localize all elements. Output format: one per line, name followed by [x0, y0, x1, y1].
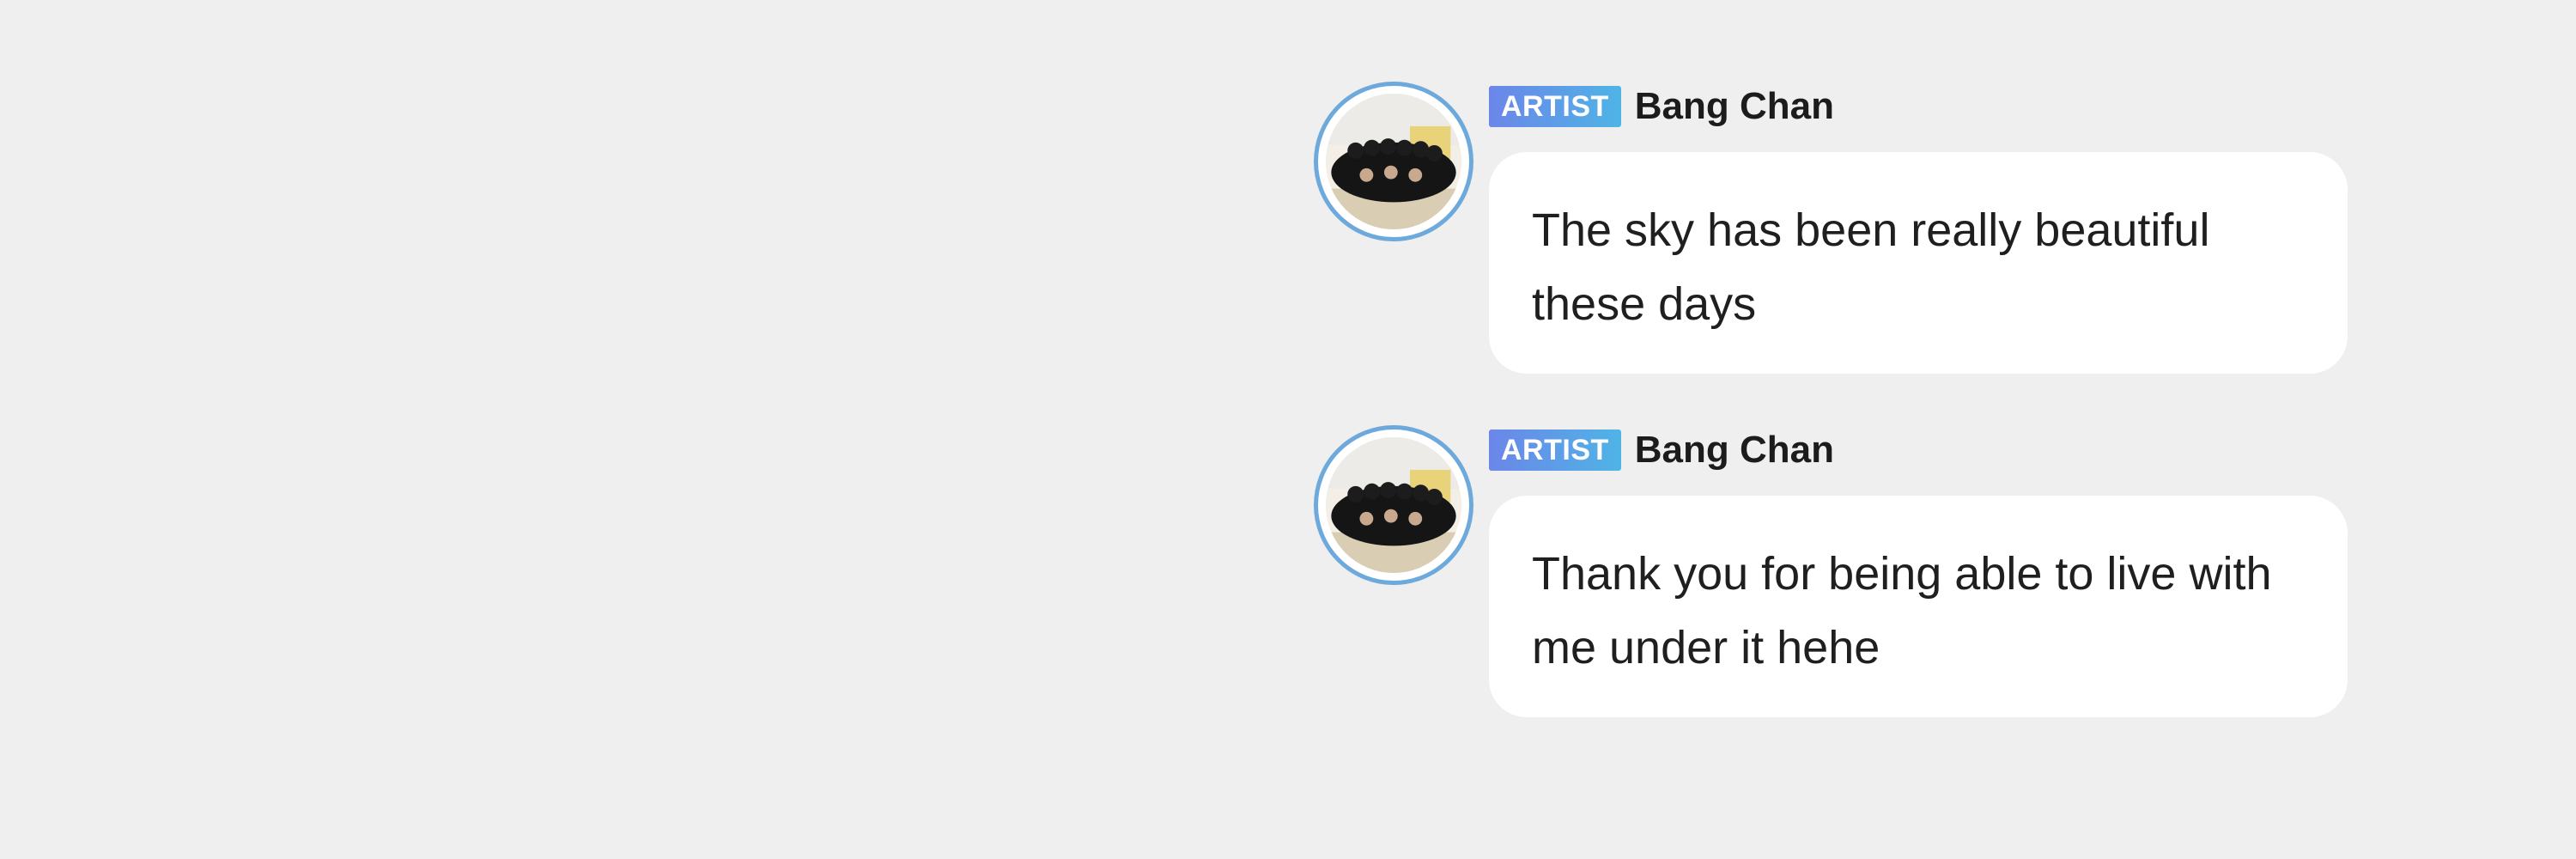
author-name[interactable]: Bang Chan	[1635, 85, 1834, 128]
message-bubble[interactable]: Thank you for being able to live with me…	[1489, 496, 2348, 717]
chat-thread: ARTIST Bang Chan The sky has been really…	[0, 0, 2576, 859]
avatar[interactable]	[1314, 425, 1473, 585]
avatar[interactable]	[1314, 82, 1473, 241]
message-bubble[interactable]: The sky has been really beautiful these …	[1489, 152, 2348, 374]
message-header: ARTIST Bang Chan	[1489, 85, 1834, 128]
chat-message: ARTIST Bang Chan The sky has been really…	[1314, 82, 2353, 391]
chat-message: ARTIST Bang Chan Thank you for being abl…	[1314, 425, 2353, 734]
author-name[interactable]: Bang Chan	[1635, 429, 1834, 472]
artist-badge: ARTIST	[1489, 86, 1621, 127]
group-photo-avatar-icon	[1326, 94, 1461, 229]
group-photo-avatar-icon	[1326, 437, 1461, 573]
artist-badge: ARTIST	[1489, 430, 1621, 471]
message-header: ARTIST Bang Chan	[1489, 429, 1834, 472]
